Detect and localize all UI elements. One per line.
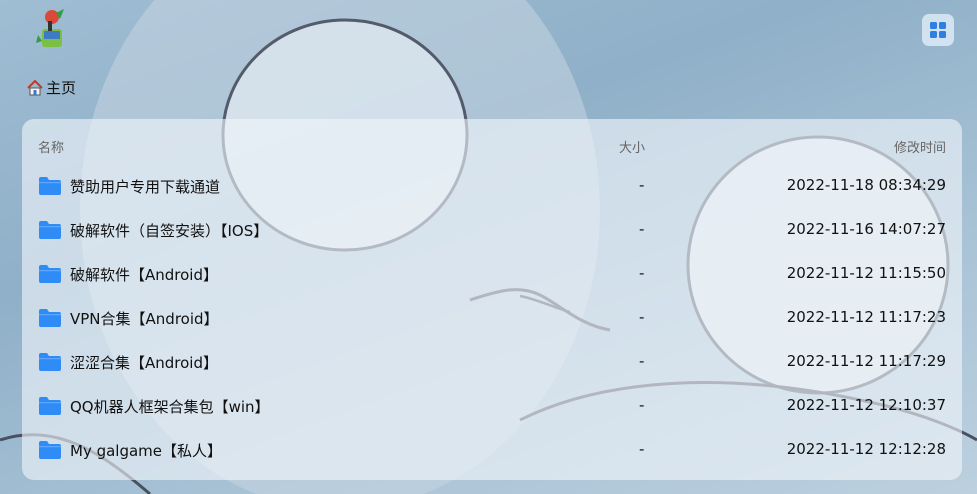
site-logo[interactable] — [30, 7, 74, 51]
folder-row[interactable]: 破解软件（自签安装）【IOS】 - 2022-11-16 14:07:27 — [22, 209, 962, 253]
folder-size: - — [639, 308, 645, 326]
column-header-size[interactable]: 大小 — [619, 137, 645, 156]
folder-modified: 2022-11-18 08:34:29 — [786, 176, 946, 194]
folder-size: - — [639, 220, 645, 238]
folder-name[interactable]: 破解软件【Android】 — [70, 264, 218, 285]
column-header-modified[interactable]: 修改时间 — [894, 137, 946, 156]
folder-modified: 2022-11-16 14:07:27 — [786, 220, 946, 238]
folder-name[interactable]: 涩涩合集【Android】 — [70, 352, 218, 373]
folder-row[interactable]: QQ机器人框架合集包【win】 - 2022-11-12 12:10:37 — [22, 385, 962, 429]
folder-icon — [39, 441, 61, 459]
breadcrumb: 主页 — [26, 77, 76, 98]
folder-icon — [39, 221, 61, 239]
folder-name[interactable]: QQ机器人框架合集包【win】 — [70, 396, 270, 417]
breadcrumb-home-link[interactable]: 主页 — [46, 77, 76, 98]
file-list-header: 名称 大小 修改时间 — [22, 119, 962, 171]
folder-size: - — [639, 176, 645, 194]
folder-row[interactable]: 赞助用户专用下载通道 - 2022-11-18 08:34:29 — [22, 165, 962, 209]
file-list: 赞助用户专用下载通道 - 2022-11-18 08:34:29 破解软件（自签… — [22, 165, 962, 473]
home-icon[interactable] — [26, 79, 44, 97]
grid-menu-icon — [930, 22, 946, 38]
folder-name[interactable]: VPN合集【Android】 — [70, 308, 219, 329]
grid-menu-button[interactable] — [922, 14, 954, 46]
folder-modified: 2022-11-12 11:17:23 — [786, 308, 946, 326]
folder-row[interactable]: My galgame【私人】 - 2022-11-12 12:12:28 — [22, 429, 962, 473]
folder-size: - — [639, 264, 645, 282]
column-header-name[interactable]: 名称 — [38, 137, 64, 156]
folder-row[interactable]: VPN合集【Android】 - 2022-11-12 11:17:23 — [22, 297, 962, 341]
folder-icon — [39, 353, 61, 371]
folder-size: - — [639, 440, 645, 458]
folder-name[interactable]: 赞助用户专用下载通道 — [70, 176, 220, 197]
folder-size: - — [639, 352, 645, 370]
folder-modified: 2022-11-12 11:17:29 — [786, 352, 946, 370]
folder-modified: 2022-11-12 12:12:28 — [786, 440, 946, 458]
folder-name[interactable]: My galgame【私人】 — [70, 440, 222, 461]
folder-icon — [39, 309, 61, 327]
folder-icon — [39, 397, 61, 415]
folder-size: - — [639, 396, 645, 414]
folder-modified: 2022-11-12 11:15:50 — [786, 264, 946, 282]
folder-icon — [39, 177, 61, 195]
logo-icon — [36, 9, 64, 47]
folder-row[interactable]: 破解软件【Android】 - 2022-11-12 11:15:50 — [22, 253, 962, 297]
folder-icon — [39, 265, 61, 283]
folder-modified: 2022-11-12 12:10:37 — [786, 396, 946, 414]
folder-row[interactable]: 涩涩合集【Android】 - 2022-11-12 11:17:29 — [22, 341, 962, 385]
folder-name[interactable]: 破解软件（自签安装）【IOS】 — [70, 220, 268, 241]
file-list-panel: 名称 大小 修改时间 赞助用户专用下载通道 - 2022-11-18 08:34… — [22, 119, 962, 480]
